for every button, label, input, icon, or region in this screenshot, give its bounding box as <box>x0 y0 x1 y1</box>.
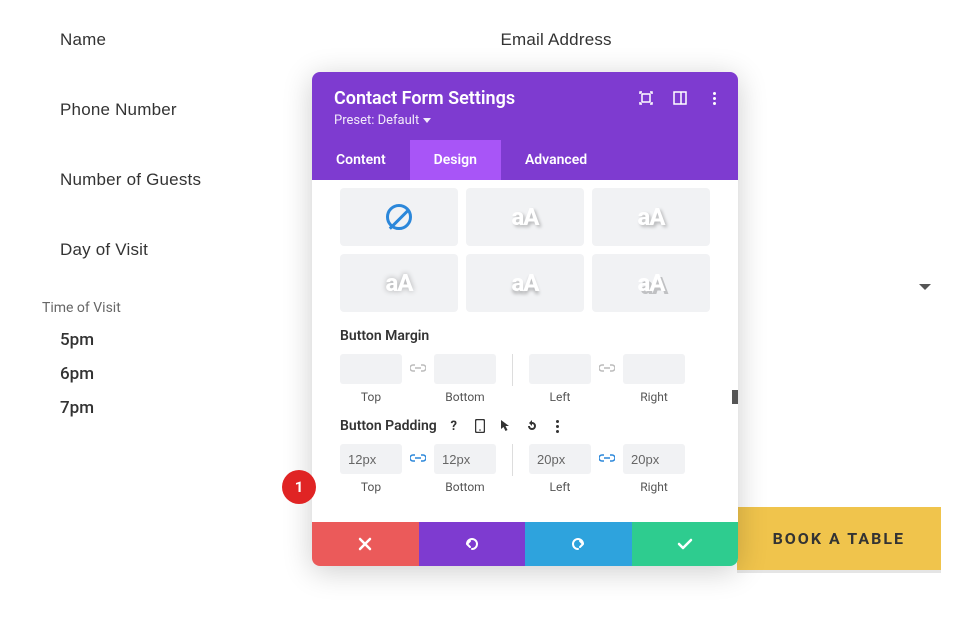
save-button[interactable] <box>632 522 739 566</box>
tab-design[interactable]: Design <box>410 140 501 180</box>
ban-icon <box>386 204 412 230</box>
divider <box>512 354 513 386</box>
more-options-icon[interactable] <box>551 419 565 433</box>
padding-right-input[interactable] <box>623 444 685 474</box>
hover-icon[interactable] <box>499 419 513 433</box>
name-field-label[interactable]: Name <box>60 30 106 49</box>
annotation-badge: 1 <box>282 470 316 504</box>
cancel-button[interactable] <box>312 522 419 566</box>
link-icon[interactable] <box>408 354 428 384</box>
panel-footer <box>312 522 738 566</box>
shadow-preset-3[interactable]: aA <box>340 254 458 312</box>
link-icon[interactable] <box>408 444 428 474</box>
expand-icon[interactable] <box>638 90 654 106</box>
button-margin-title: Button Margin <box>340 328 710 344</box>
email-field-label[interactable]: Email Address <box>501 30 612 49</box>
tab-content[interactable]: Content <box>312 140 410 180</box>
shadow-none[interactable] <box>340 188 458 246</box>
undo-button[interactable] <box>419 522 526 566</box>
shadow-presets: aA aA aA aA aA <box>340 188 710 312</box>
panel-header[interactable]: Contact Form Settings Preset: Default <box>312 72 738 140</box>
shadow-preset-4[interactable]: aA <box>466 254 584 312</box>
padding-bottom-input[interactable] <box>434 444 496 474</box>
button-padding-controls: Top Bottom Left Right <box>340 444 710 494</box>
book-table-button[interactable]: BOOK A TABLE <box>737 507 941 570</box>
preset-selector[interactable]: Preset: Default <box>334 113 431 128</box>
divider <box>512 444 513 476</box>
shadow-preset-1[interactable]: aA <box>466 188 584 246</box>
reset-icon[interactable] <box>525 419 539 433</box>
settings-panel: Contact Form Settings Preset: Default Co… <box>312 72 738 566</box>
margin-top-input[interactable] <box>340 354 402 384</box>
scrollbar-indicator[interactable] <box>732 390 738 404</box>
tab-advanced[interactable]: Advanced <box>501 140 611 180</box>
caret-down-icon <box>423 118 431 123</box>
shadow-preset-5[interactable]: aA <box>592 254 710 312</box>
link-icon[interactable] <box>597 444 617 474</box>
shadow-preset-2[interactable]: aA <box>592 188 710 246</box>
button-margin-controls: Top Bottom Left Right <box>340 354 710 404</box>
margin-bottom-input[interactable] <box>434 354 496 384</box>
link-icon[interactable] <box>597 354 617 384</box>
padding-left-input[interactable] <box>529 444 591 474</box>
panel-tabs: Content Design Advanced <box>312 140 738 180</box>
redo-button[interactable] <box>525 522 632 566</box>
padding-top-input[interactable] <box>340 444 402 474</box>
button-padding-title: Button Padding <box>340 418 437 434</box>
margin-right-input[interactable] <box>623 354 685 384</box>
help-icon[interactable]: ? <box>447 419 461 433</box>
more-icon[interactable] <box>706 90 722 106</box>
phone-field-label[interactable]: Phone Number <box>60 100 177 119</box>
guests-field-label[interactable]: Number of Guests <box>60 170 201 189</box>
mobile-icon[interactable] <box>473 419 487 433</box>
day-field-label[interactable]: Day of Visit <box>60 240 148 259</box>
chevron-down-icon[interactable] <box>919 284 931 290</box>
snap-icon[interactable] <box>672 90 688 106</box>
margin-left-input[interactable] <box>529 354 591 384</box>
